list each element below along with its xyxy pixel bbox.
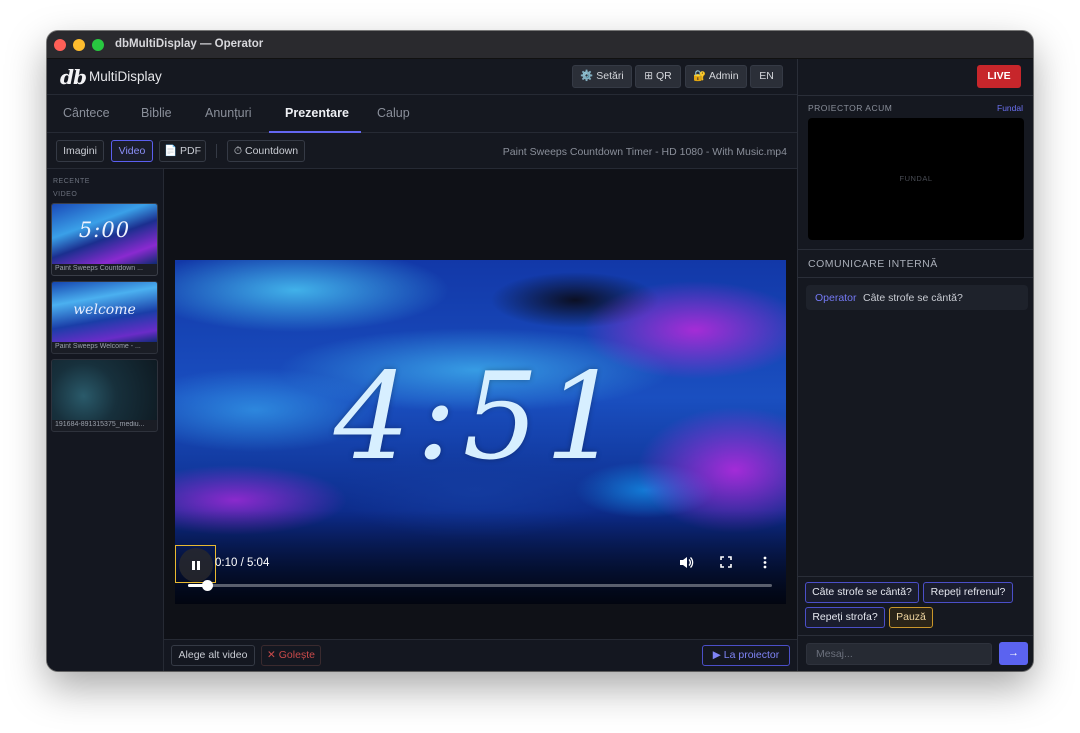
- pause-icon: [179, 548, 213, 582]
- video-caption: 191684-891315375_mediu...: [55, 421, 145, 428]
- pdf-button[interactable]: 📄 PDF: [159, 140, 206, 162]
- quick-reply-button[interactable]: Câte strofe se cântă?: [805, 582, 919, 603]
- tab-calup[interactable]: Calup: [377, 106, 410, 120]
- bottom-action-bar: Alege alt video ✕ Golește ▶ La proiector: [164, 639, 797, 671]
- video-time: 0:10 / 5:04: [215, 557, 270, 569]
- qr-button[interactable]: ⊞ QR: [635, 65, 681, 88]
- background-link[interactable]: Fundal: [997, 103, 1023, 113]
- projector-label: PROIECTOR ACUM: [808, 103, 893, 113]
- recent-label: RECENTE: [53, 178, 90, 185]
- progress-bar[interactable]: [188, 580, 772, 591]
- send-to-projector-button[interactable]: ▶ La proiector: [702, 645, 790, 666]
- zoom-window-button[interactable]: [92, 39, 104, 51]
- toolbar-divider: [216, 144, 217, 158]
- message-text: Câte strofe se cântă?: [863, 292, 963, 304]
- internal-comm-heading: COMUNICARE INTERNĂ: [808, 258, 938, 270]
- title-bar: dbMultiDisplay — Operator: [47, 31, 1033, 59]
- window-title: dbMultiDisplay — Operator: [115, 38, 264, 50]
- divider: [798, 95, 1033, 96]
- more-options-icon[interactable]: [763, 556, 767, 572]
- video-thumbnail: [52, 360, 157, 420]
- countdown-display: 4:51: [333, 348, 628, 487]
- video-caption: Paint Sweeps Countdown ...: [55, 265, 143, 272]
- video-section-label: VIDEO: [53, 191, 78, 198]
- message-input[interactable]: Mesaj...: [806, 643, 992, 665]
- send-button[interactable]: →: [999, 642, 1028, 665]
- fullscreen-icon[interactable]: [720, 556, 732, 571]
- recent-video-item[interactable]: 191684-891315375_mediu...: [51, 359, 158, 432]
- minimize-window-button[interactable]: [73, 39, 85, 51]
- tab-presentation[interactable]: Prezentare: [285, 106, 349, 120]
- pause-button[interactable]: [175, 545, 216, 583]
- projector-preview: FUNDAL: [808, 118, 1024, 240]
- countdown-button[interactable]: ⏱ Countdown: [227, 140, 305, 162]
- message-sender: Operator: [815, 292, 857, 304]
- admin-button[interactable]: 🔐 Admin: [685, 65, 747, 88]
- media-toolbar: Imagini Video 📄 PDF ⏱ Countdown Paint Sw…: [47, 133, 797, 169]
- video-thumbnail: welcome: [52, 282, 157, 342]
- pause-reply-button[interactable]: Pauză: [889, 607, 933, 628]
- settings-button[interactable]: ⚙️ Setări: [572, 65, 632, 88]
- logo: db: [60, 65, 87, 89]
- tab-bible[interactable]: Biblie: [141, 106, 172, 120]
- thumbnail-overlay-text: 5:00: [78, 218, 131, 242]
- choose-video-button[interactable]: Alege alt video: [171, 645, 255, 666]
- video-caption: Paint Sweeps Welcome - ...: [55, 343, 141, 350]
- language-button[interactable]: EN: [750, 65, 783, 88]
- divider: [798, 277, 1033, 278]
- tab-announcements[interactable]: Anunțuri: [205, 106, 252, 120]
- right-panel: LIVE PROIECTOR ACUM Fundal FUNDAL COMUNI…: [797, 59, 1033, 671]
- thumbnail-overlay-text: welcome: [73, 302, 136, 318]
- volume-icon[interactable]: [680, 556, 694, 572]
- video-player[interactable]: 4:51 0:10 / 5:04: [175, 260, 786, 604]
- app-header: db MultiDisplay ⚙️ Setări ⊞ QR 🔐 Admin E…: [47, 59, 797, 95]
- app-window: dbMultiDisplay — Operator db MultiDispla…: [47, 31, 1033, 671]
- app-name: MultiDisplay: [89, 69, 162, 84]
- tab-bar: Cântece Biblie Anunțuri Prezentare Calup: [47, 95, 797, 133]
- live-button[interactable]: LIVE: [977, 65, 1021, 88]
- divider: [798, 249, 1033, 250]
- projector-placeholder: FUNDAL: [899, 174, 933, 183]
- tab-songs[interactable]: Cântece: [63, 106, 110, 120]
- current-file-name: Paint Sweeps Countdown Timer - HD 1080 -…: [502, 146, 787, 158]
- quick-reply-button[interactable]: Repeți strofa?: [805, 607, 885, 628]
- recent-sidebar: RECENTE VIDEO 5:00 Paint Sweeps Countdow…: [47, 169, 164, 671]
- main-panel: db MultiDisplay ⚙️ Setări ⊞ QR 🔐 Admin E…: [47, 59, 797, 671]
- video-button[interactable]: Video: [111, 140, 153, 162]
- divider: [798, 576, 1033, 577]
- chat-message: Operator Câte strofe se cântă?: [806, 285, 1028, 310]
- video-thumbnail: 5:00: [52, 204, 157, 264]
- quick-reply-button[interactable]: Repeți refrenul?: [923, 582, 1013, 603]
- divider: [798, 635, 1033, 636]
- close-window-button[interactable]: [54, 39, 66, 51]
- clear-button[interactable]: ✕ Golește: [261, 645, 321, 666]
- recent-video-item[interactable]: 5:00 Paint Sweeps Countdown ...: [51, 203, 158, 276]
- video-stage: 4:51 0:10 / 5:04: [164, 169, 797, 639]
- recent-video-item[interactable]: welcome Paint Sweeps Welcome - ...: [51, 281, 158, 354]
- images-button[interactable]: Imagini: [56, 140, 104, 162]
